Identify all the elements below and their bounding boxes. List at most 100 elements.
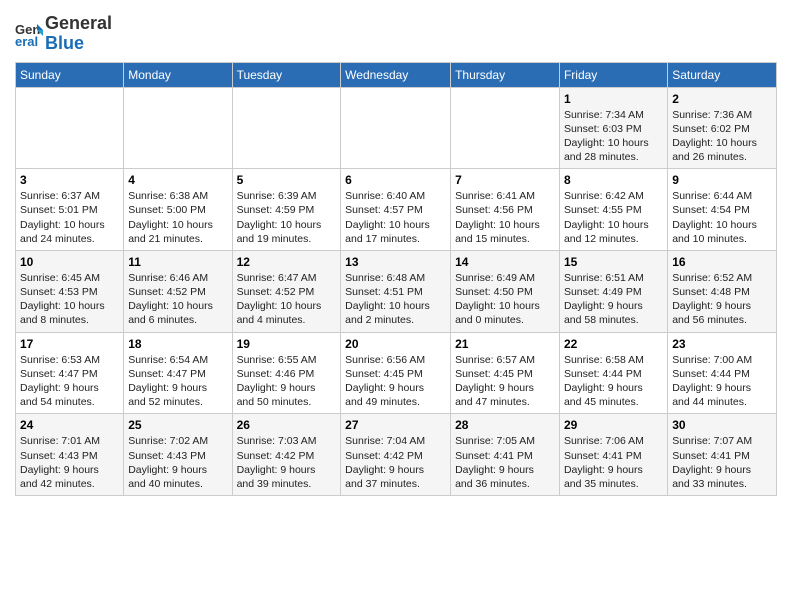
day-info: Sunrise: 6:46 AM Sunset: 4:52 PM Dayligh… bbox=[128, 271, 227, 328]
day-number: 1 bbox=[564, 92, 663, 106]
day-cell bbox=[124, 87, 232, 169]
day-info: Sunrise: 7:36 AM Sunset: 6:02 PM Dayligh… bbox=[672, 108, 772, 165]
day-info: Sunrise: 6:54 AM Sunset: 4:47 PM Dayligh… bbox=[128, 353, 227, 410]
day-number: 25 bbox=[128, 418, 227, 432]
day-info: Sunrise: 6:53 AM Sunset: 4:47 PM Dayligh… bbox=[20, 353, 119, 410]
day-cell bbox=[451, 87, 560, 169]
day-info: Sunrise: 6:41 AM Sunset: 4:56 PM Dayligh… bbox=[455, 189, 555, 246]
day-cell: 11 Sunrise: 6:46 AM Sunset: 4:52 PM Dayli… bbox=[124, 250, 232, 332]
day-info: Sunrise: 6:38 AM Sunset: 5:00 PM Dayligh… bbox=[128, 189, 227, 246]
day-info: Sunrise: 7:07 AM Sunset: 4:41 PM Dayligh… bbox=[672, 434, 772, 491]
day-info: Sunrise: 6:45 AM Sunset: 4:53 PM Dayligh… bbox=[20, 271, 119, 328]
logo-text: General Blue bbox=[45, 14, 112, 54]
day-cell: 10Sunrise: 6:45 AM Sunset: 4:53 PM Dayli… bbox=[16, 250, 124, 332]
day-header-thursday: Thursday bbox=[451, 62, 560, 87]
day-info: Sunrise: 6:51 AM Sunset: 4:49 PM Dayligh… bbox=[564, 271, 663, 328]
day-number: 6 bbox=[345, 173, 446, 187]
day-cell: 23 Sunrise: 7:00 AM Sunset: 4:44 PM Dayli… bbox=[668, 332, 777, 414]
logo: Gen eral General Blue bbox=[15, 14, 112, 54]
day-number: 16 bbox=[672, 255, 772, 269]
day-cell: 9Sunrise: 6:44 AM Sunset: 4:54 PM Daylig… bbox=[668, 169, 777, 251]
day-number: 14 bbox=[455, 255, 555, 269]
day-number: 26 bbox=[237, 418, 337, 432]
day-cell: 8Sunrise: 6:42 AM Sunset: 4:55 PM Daylig… bbox=[559, 169, 667, 251]
day-cell: 5 Sunrise: 6:39 AM Sunset: 4:59 PM Daylig… bbox=[232, 169, 341, 251]
day-cell: 27 Sunrise: 7:04 AM Sunset: 4:42 PM Dayli… bbox=[341, 414, 451, 496]
day-number: 19 bbox=[237, 337, 337, 351]
day-number: 5 bbox=[237, 173, 337, 187]
day-number: 12 bbox=[237, 255, 337, 269]
day-cell: 19 Sunrise: 6:55 AM Sunset: 4:46 PM Dayli… bbox=[232, 332, 341, 414]
day-info: Sunrise: 6:47 AM Sunset: 4:52 PM Dayligh… bbox=[237, 271, 337, 328]
day-info: Sunrise: 6:58 AM Sunset: 4:44 PM Dayligh… bbox=[564, 353, 663, 410]
day-info: Sunrise: 6:56 AM Sunset: 4:45 PM Dayligh… bbox=[345, 353, 446, 410]
day-number: 11 bbox=[128, 255, 227, 269]
day-header-monday: Monday bbox=[124, 62, 232, 87]
day-number: 2 bbox=[672, 92, 772, 106]
day-cell: 3 Sunrise: 6:37 AM Sunset: 5:01 PM Daylig… bbox=[16, 169, 124, 251]
day-info: Sunrise: 7:01 AM Sunset: 4:43 PM Dayligh… bbox=[20, 434, 119, 491]
day-header-saturday: Saturday bbox=[668, 62, 777, 87]
week-row-3: 17 Sunrise: 6:53 AM Sunset: 4:47 PM Dayli… bbox=[16, 332, 777, 414]
day-info: Sunrise: 7:04 AM Sunset: 4:42 PM Dayligh… bbox=[345, 434, 446, 491]
week-row-1: 3 Sunrise: 6:37 AM Sunset: 5:01 PM Daylig… bbox=[16, 169, 777, 251]
day-info: Sunrise: 6:40 AM Sunset: 4:57 PM Dayligh… bbox=[345, 189, 446, 246]
day-cell: 14 Sunrise: 6:49 AM Sunset: 4:50 PM Dayli… bbox=[451, 250, 560, 332]
day-number: 29 bbox=[564, 418, 663, 432]
day-number: 15 bbox=[564, 255, 663, 269]
day-number: 23 bbox=[672, 337, 772, 351]
day-cell: 4 Sunrise: 6:38 AM Sunset: 5:00 PM Daylig… bbox=[124, 169, 232, 251]
day-header-row: SundayMondayTuesdayWednesdayThursdayFrid… bbox=[16, 62, 777, 87]
calendar-header: SundayMondayTuesdayWednesdayThursdayFrid… bbox=[16, 62, 777, 87]
day-info: Sunrise: 7:34 AM Sunset: 6:03 PM Dayligh… bbox=[564, 108, 663, 165]
day-cell: 25 Sunrise: 7:02 AM Sunset: 4:43 PM Dayli… bbox=[124, 414, 232, 496]
day-number: 13 bbox=[345, 255, 446, 269]
day-info: Sunrise: 7:05 AM Sunset: 4:41 PM Dayligh… bbox=[455, 434, 555, 491]
week-row-0: 1 Sunrise: 7:34 AM Sunset: 6:03 PM Daylig… bbox=[16, 87, 777, 169]
day-info: Sunrise: 7:00 AM Sunset: 4:44 PM Dayligh… bbox=[672, 353, 772, 410]
day-info: Sunrise: 7:02 AM Sunset: 4:43 PM Dayligh… bbox=[128, 434, 227, 491]
day-number: 21 bbox=[455, 337, 555, 351]
day-info: Sunrise: 6:42 AM Sunset: 4:55 PM Dayligh… bbox=[564, 189, 663, 246]
day-cell bbox=[232, 87, 341, 169]
day-number: 17 bbox=[20, 337, 119, 351]
day-cell: 30Sunrise: 7:07 AM Sunset: 4:41 PM Dayli… bbox=[668, 414, 777, 496]
day-header-wednesday: Wednesday bbox=[341, 62, 451, 87]
day-cell: 20Sunrise: 6:56 AM Sunset: 4:45 PM Dayli… bbox=[341, 332, 451, 414]
day-number: 27 bbox=[345, 418, 446, 432]
day-info: Sunrise: 6:55 AM Sunset: 4:46 PM Dayligh… bbox=[237, 353, 337, 410]
day-info: Sunrise: 6:37 AM Sunset: 5:01 PM Dayligh… bbox=[20, 189, 119, 246]
day-cell: 24Sunrise: 7:01 AM Sunset: 4:43 PM Dayli… bbox=[16, 414, 124, 496]
day-number: 18 bbox=[128, 337, 227, 351]
day-cell: 7 Sunrise: 6:41 AM Sunset: 4:56 PM Daylig… bbox=[451, 169, 560, 251]
day-cell: 13 Sunrise: 6:48 AM Sunset: 4:51 PM Dayli… bbox=[341, 250, 451, 332]
day-number: 7 bbox=[455, 173, 555, 187]
day-header-tuesday: Tuesday bbox=[232, 62, 341, 87]
day-info: Sunrise: 6:57 AM Sunset: 4:45 PM Dayligh… bbox=[455, 353, 555, 410]
day-number: 22 bbox=[564, 337, 663, 351]
day-info: Sunrise: 6:39 AM Sunset: 4:59 PM Dayligh… bbox=[237, 189, 337, 246]
day-header-sunday: Sunday bbox=[16, 62, 124, 87]
day-number: 4 bbox=[128, 173, 227, 187]
day-cell: 12 Sunrise: 6:47 AM Sunset: 4:52 PM Dayli… bbox=[232, 250, 341, 332]
logo-general: General bbox=[45, 14, 112, 34]
day-info: Sunrise: 6:49 AM Sunset: 4:50 PM Dayligh… bbox=[455, 271, 555, 328]
day-cell: 21 Sunrise: 6:57 AM Sunset: 4:45 PM Dayli… bbox=[451, 332, 560, 414]
day-info: Sunrise: 7:06 AM Sunset: 4:41 PM Dayligh… bbox=[564, 434, 663, 491]
day-info: Sunrise: 6:44 AM Sunset: 4:54 PM Dayligh… bbox=[672, 189, 772, 246]
day-number: 28 bbox=[455, 418, 555, 432]
day-cell: 6 Sunrise: 6:40 AM Sunset: 4:57 PM Daylig… bbox=[341, 169, 451, 251]
week-row-2: 10Sunrise: 6:45 AM Sunset: 4:53 PM Dayli… bbox=[16, 250, 777, 332]
day-cell bbox=[341, 87, 451, 169]
svg-text:eral: eral bbox=[15, 34, 38, 48]
day-info: Sunrise: 7:03 AM Sunset: 4:42 PM Dayligh… bbox=[237, 434, 337, 491]
logo-blue: Blue bbox=[45, 34, 112, 54]
day-cell: 29 Sunrise: 7:06 AM Sunset: 4:41 PM Dayli… bbox=[559, 414, 667, 496]
day-header-friday: Friday bbox=[559, 62, 667, 87]
logo-icon: Gen eral bbox=[15, 20, 43, 48]
day-cell: 18 Sunrise: 6:54 AM Sunset: 4:47 PM Dayli… bbox=[124, 332, 232, 414]
day-cell: 17 Sunrise: 6:53 AM Sunset: 4:47 PM Dayli… bbox=[16, 332, 124, 414]
day-info: Sunrise: 6:48 AM Sunset: 4:51 PM Dayligh… bbox=[345, 271, 446, 328]
day-number: 3 bbox=[20, 173, 119, 187]
day-cell: 28 Sunrise: 7:05 AM Sunset: 4:41 PM Dayli… bbox=[451, 414, 560, 496]
